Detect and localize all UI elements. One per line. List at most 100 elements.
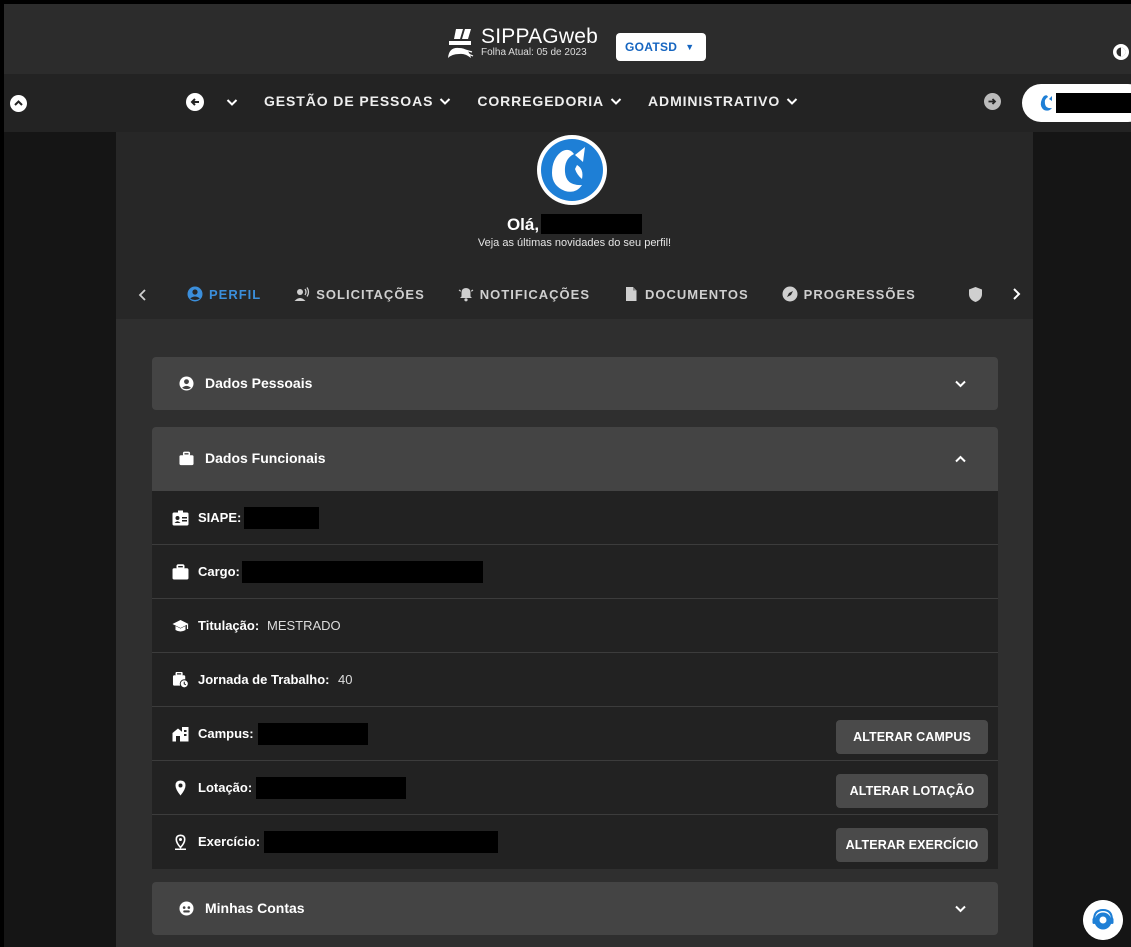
caret-down-icon: ▼ — [685, 42, 695, 52]
compass-icon — [782, 286, 798, 302]
row-siape: SIAPE: — [152, 491, 998, 545]
tab-documentos[interactable]: DOCUMENTOS — [623, 286, 749, 302]
tab-notificacoes[interactable]: NOTIFICAÇÕES — [458, 286, 590, 302]
user-circle-icon — [179, 376, 194, 391]
panel-minhas-contas-header[interactable]: Minhas Contas — [152, 882, 998, 935]
redacted-exercicio — [264, 831, 498, 853]
greeting-subtitle: Veja as últimas novidades do seu perfil! — [477, 237, 672, 249]
chevron-down-icon — [440, 98, 451, 105]
chevron-down-icon — [955, 380, 966, 388]
briefcase-icon — [172, 564, 189, 580]
piggy-bank-icon — [179, 901, 194, 916]
chevron-down-icon — [610, 98, 622, 105]
titulacao-label: Titulação: — [198, 618, 260, 633]
document-icon — [626, 287, 637, 301]
main-content: Olá, Veja as últimas novidades do seu pe… — [116, 132, 1033, 947]
alterar-exercicio-button[interactable]: ALTERAR EXERCÍCIO — [836, 828, 988, 862]
briefcase-clock-icon — [172, 672, 189, 688]
shield-icon[interactable] — [968, 286, 983, 303]
siape-label: SIAPE: — [198, 510, 242, 525]
redacted-name — [541, 214, 643, 234]
sippag-logo-icon — [448, 28, 474, 58]
tab-perfil[interactable]: PERFIL — [187, 286, 261, 302]
institution-logo-icon — [1040, 95, 1052, 111]
redacted-cargo — [242, 561, 483, 583]
panel-title: Dados Funcionais — [205, 450, 326, 466]
redacted-siape — [244, 507, 319, 529]
panel-minhas-contas: Minhas Contas — [152, 882, 998, 935]
building-icon — [172, 727, 189, 742]
tab-label: DOCUMENTOS — [645, 286, 749, 302]
app-name: SIPPAGweb — [481, 25, 598, 48]
alterar-lotacao-button[interactable]: ALTERAR LOTAÇÃO — [836, 774, 988, 808]
campus-label: Campus: — [198, 726, 254, 741]
tab-label: SOLICITAÇÕES — [316, 286, 425, 302]
exercicio-label: Exercício: — [198, 834, 261, 849]
redacted-lotacao — [256, 777, 406, 799]
top-bar: SIPPAGweb Folha Atual: 05 de 2023 GOATSD… — [4, 4, 1131, 74]
support-chat-icon[interactable] — [1083, 900, 1123, 940]
tab-label: PERFIL — [209, 286, 262, 302]
row-exercicio: Exercício: ALTERAR EXERCÍCIO — [152, 815, 998, 869]
org-selector-label: GOATSD — [625, 40, 678, 54]
nav-administrativo[interactable]: ADMINISTRATIVO — [648, 93, 798, 109]
cargo-label: Cargo: — [198, 564, 240, 579]
row-cargo: Cargo: — [152, 545, 998, 599]
profile-header: Olá, Veja as últimas novidades do seu pe… — [116, 132, 1033, 319]
tab-solicitacoes[interactable]: SOLICITAÇÕES — [294, 286, 425, 302]
panel-title: Minhas Contas — [205, 900, 305, 916]
panel-title: Dados Pessoais — [205, 375, 313, 391]
row-lotacao: Lotação: ALTERAR LOTAÇÃO — [152, 761, 998, 815]
user-menu[interactable] — [1022, 84, 1131, 122]
titulacao-value: MESTRADO — [267, 618, 341, 633]
row-titulacao: Titulação: MESTRADO — [152, 599, 998, 653]
row-jornada: Jornada de Trabalho: 40 — [152, 653, 998, 707]
panel-dados-pessoais-header[interactable]: Dados Pessoais — [152, 357, 998, 410]
map-marker-outline-icon — [175, 834, 186, 850]
brand[interactable]: SIPPAGweb Folha Atual: 05 de 2023 — [445, 26, 598, 59]
avatar[interactable] — [537, 135, 607, 205]
redacted-username — [1056, 93, 1131, 113]
nav-gestao-de-pessoas[interactable]: GESTÃO DE PESSOAS — [264, 93, 451, 109]
panel-dados-pessoais: Dados Pessoais — [152, 357, 998, 410]
right-gutter — [1033, 132, 1131, 947]
chevron-up-icon — [955, 455, 966, 463]
nav-item-label: ADMINISTRATIVO — [648, 93, 781, 109]
map-marker-icon — [175, 780, 186, 796]
profile-tabs: PERFIL SOLICITAÇÕES NOTIFICAÇÕES DOCUMEN… — [116, 272, 1033, 319]
chevron-down-icon — [955, 905, 966, 913]
chevron-down-icon — [786, 98, 798, 105]
folha-atual: Folha Atual: 05 de 2023 — [481, 47, 587, 58]
main-nav: GESTÃO DE PESSOAS CORREGEDORIA ADMINISTR… — [4, 74, 1131, 132]
nav-corregedoria[interactable]: CORREGEDORIA — [477, 93, 622, 109]
panel-dados-funcionais-header[interactable]: Dados Funcionais — [152, 427, 998, 491]
scroll-up-icon[interactable] — [10, 95, 27, 112]
tab-progressoes[interactable]: PROGRESSÕES — [782, 286, 916, 302]
tab-label: NOTIFICAÇÕES — [479, 286, 591, 302]
user-voice-icon — [294, 287, 310, 301]
tab-label: PROGRESSÕES — [803, 286, 916, 302]
panel-dados-funcionais: Dados Funcionais SIAPE: Cargo: Titulação… — [152, 427, 998, 869]
chevron-down-icon[interactable] — [226, 96, 238, 108]
bell-icon — [458, 288, 474, 302]
theme-toggle-icon[interactable] — [1111, 42, 1131, 62]
dados-funcionais-list: SIAPE: Cargo: Titulação: MESTRADO Jornad… — [152, 491, 998, 869]
back-icon[interactable] — [186, 93, 204, 111]
forward-icon[interactable] — [984, 93, 1001, 110]
org-selector[interactable]: GOATSD ▼ — [616, 33, 707, 61]
alterar-campus-button[interactable]: ALTERAR CAMPUS — [836, 720, 988, 754]
id-badge-icon — [172, 510, 189, 526]
redacted-campus — [258, 723, 368, 745]
graduation-cap-icon — [172, 620, 189, 632]
chevron-right-icon[interactable] — [1009, 287, 1023, 301]
app-frame: SIPPAGweb Folha Atual: 05 de 2023 GOATSD… — [4, 4, 1131, 947]
jornada-value: 40 — [338, 672, 353, 687]
nav-item-label: CORREGEDORIA — [477, 93, 605, 109]
left-gutter — [4, 132, 116, 947]
user-circle-icon — [187, 286, 203, 302]
nav-item-label: GESTÃO DE PESSOAS — [264, 93, 434, 109]
chevron-left-icon[interactable] — [136, 288, 150, 302]
row-campus: Campus: ALTERAR CAMPUS — [152, 707, 998, 761]
jornada-label: Jornada de Trabalho: — [198, 672, 330, 687]
briefcase-icon — [179, 451, 194, 466]
